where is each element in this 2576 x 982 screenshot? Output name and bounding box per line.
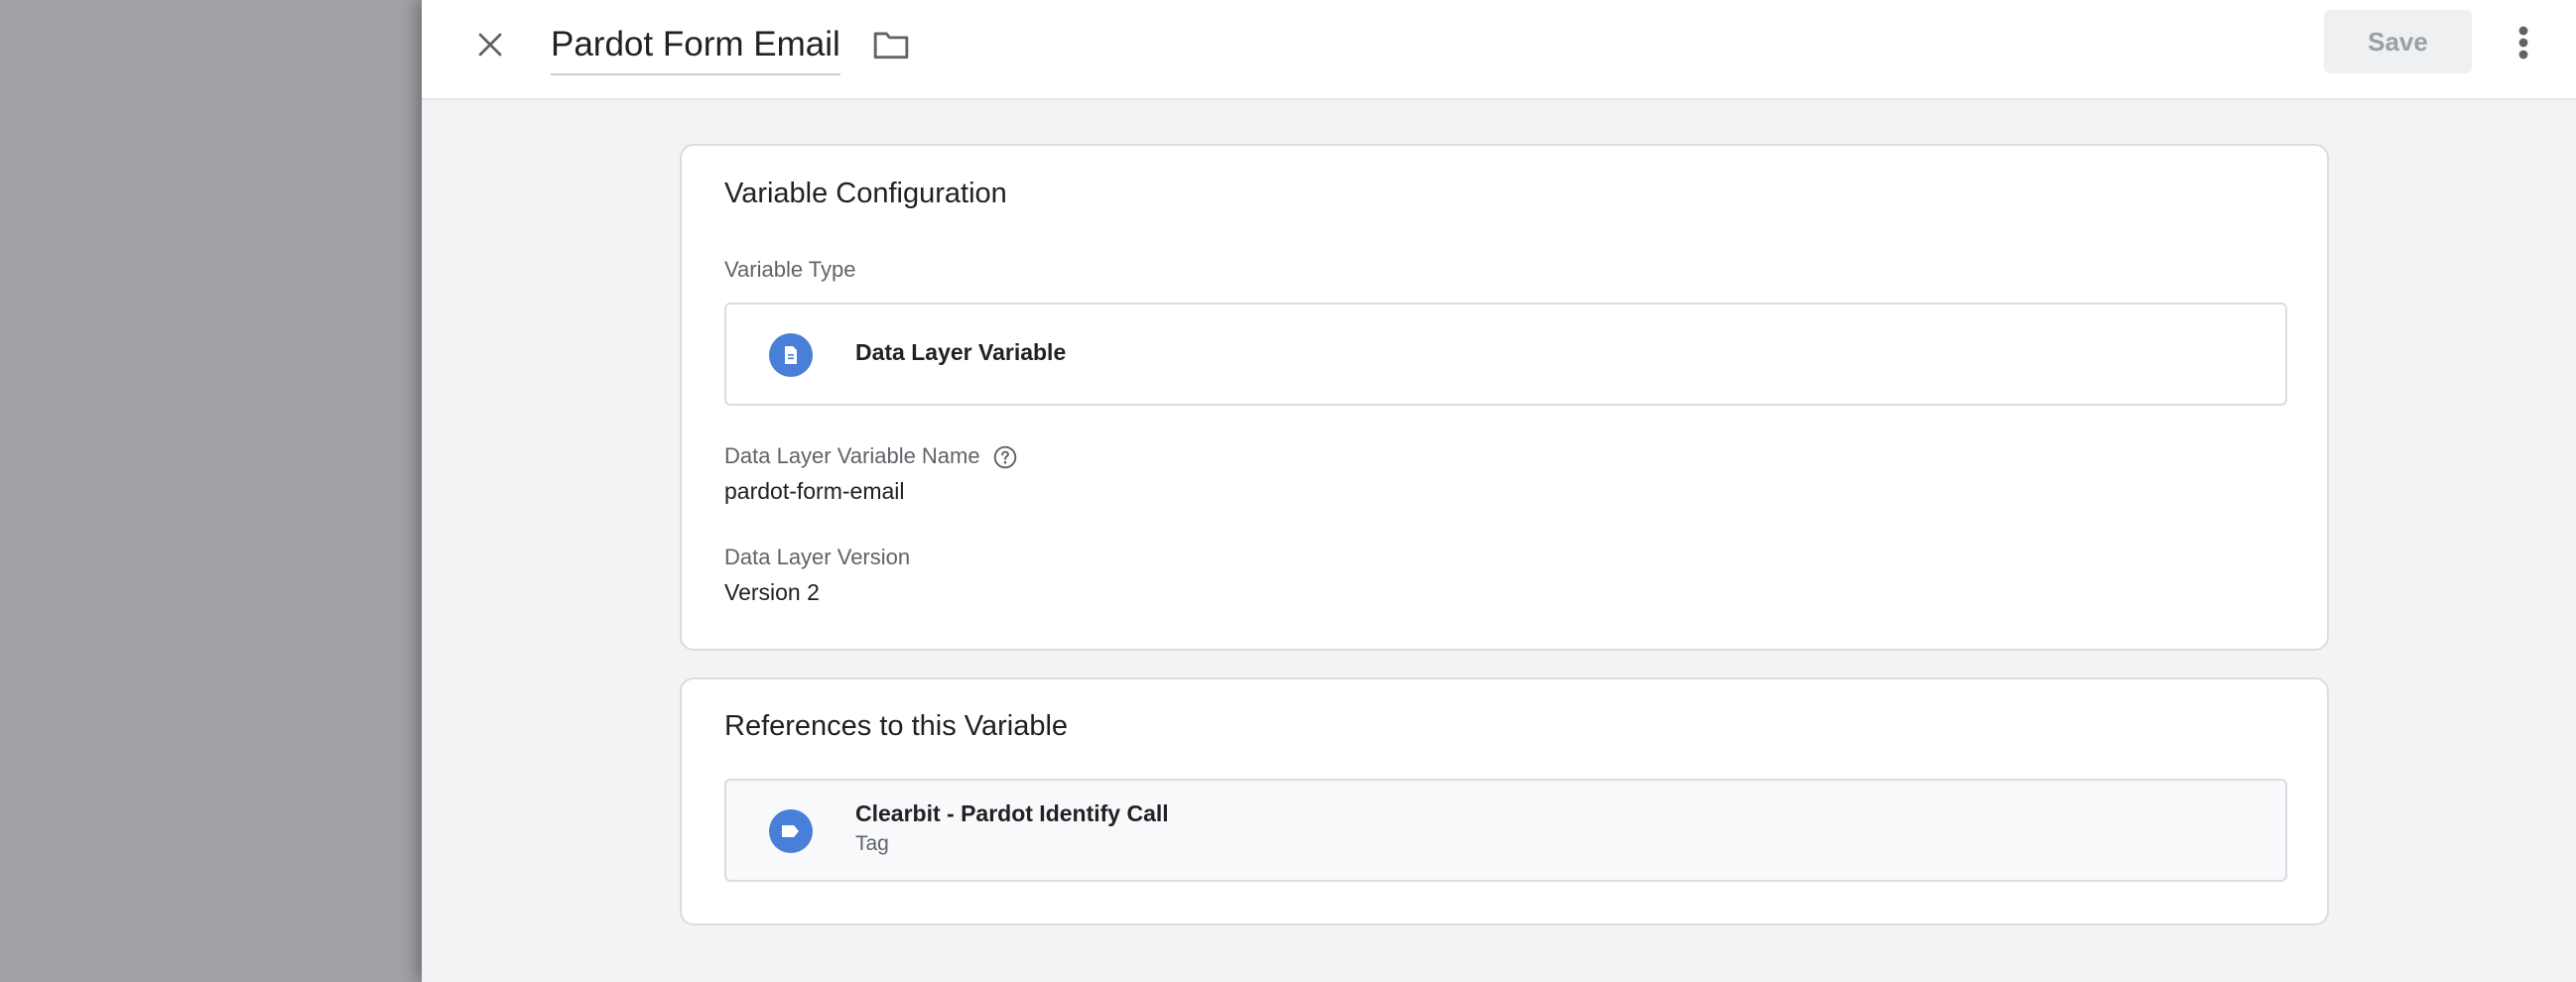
reference-item[interactable]: Clearbit - Pardot Identify Call Tag: [724, 779, 2287, 882]
more-vert-icon: [2518, 26, 2528, 60]
editor-header: Pardot Form Email Save: [422, 0, 2576, 100]
references-card: References to this Variable Clearbit - P…: [680, 677, 2329, 925]
data-layer-variable-name-label-text: Data Layer Variable Name: [724, 443, 980, 468]
variable-name-title[interactable]: Pardot Form Email: [551, 18, 840, 75]
card-heading: Variable Configuration: [724, 178, 1007, 209]
reference-name: Clearbit - Pardot Identify Call: [855, 800, 1169, 826]
more-options-button[interactable]: [2504, 16, 2543, 69]
tag-icon: [769, 809, 813, 853]
close-icon: [478, 33, 502, 57]
variable-type-name: Data Layer Variable: [855, 339, 1067, 365]
save-button[interactable]: Save: [2324, 10, 2472, 73]
document-icon: [769, 333, 813, 377]
close-button[interactable]: [461, 16, 519, 73]
help-icon[interactable]: [992, 444, 1018, 470]
data-layer-variable-name-label: Data Layer Variable Name: [724, 443, 1018, 470]
variable-type-selector[interactable]: Data Layer Variable: [724, 303, 2287, 406]
folder-icon: [873, 32, 909, 60]
folder-button[interactable]: [866, 20, 916, 69]
data-layer-version-value: Version 2: [724, 579, 820, 605]
references-heading: References to this Variable: [724, 710, 1069, 742]
reference-type: Tag: [855, 832, 889, 855]
data-layer-variable-name-value: pardot-form-email: [724, 478, 905, 504]
variable-type-label: Variable Type: [724, 257, 856, 282]
data-layer-version-label: Data Layer Version: [724, 545, 911, 569]
variable-editor-panel: Pardot Form Email Save Variable Configur…: [422, 0, 2576, 982]
variable-configuration-card: Variable Configuration Variable Type Dat…: [680, 144, 2329, 651]
modal-backdrop[interactable]: [0, 0, 422, 982]
